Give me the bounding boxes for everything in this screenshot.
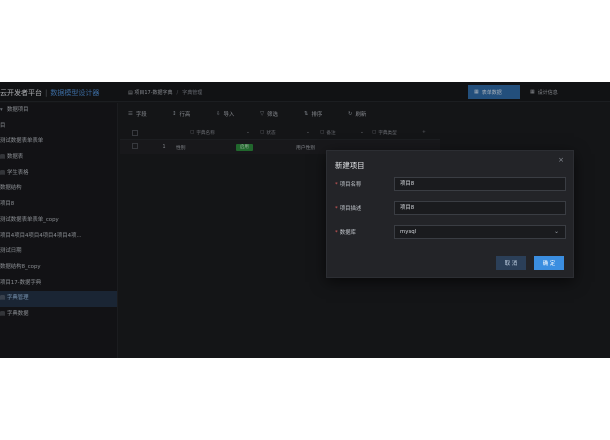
cancel-button[interactable]: 取 消 bbox=[496, 256, 526, 270]
dialog-title: 新建项目 bbox=[335, 161, 365, 170]
app-window: 云开发者平台 | 数据模型设计器 ▤ 项目17-数据字典 / 字典管理 ▦ 表单数据 ▦… bbox=[0, 82, 610, 358]
new-project-dialog: 新建项目 × * 项目名称 项目8 * 项目描述 项目8 * 数据库 mysql ⌄ … bbox=[326, 150, 574, 278]
field-label: 项目名称 bbox=[339, 182, 362, 188]
project-desc-label: * 项目描述 bbox=[335, 204, 361, 212]
field-label: 数据库 bbox=[339, 230, 356, 236]
project-name-row: * 项目名称 项目8 bbox=[335, 177, 567, 191]
project-desc-input[interactable]: 项目8 bbox=[394, 201, 566, 215]
required-mark: * bbox=[335, 230, 338, 236]
project-name-input[interactable]: 项目8 bbox=[394, 177, 566, 191]
confirm-button[interactable]: 确 定 bbox=[534, 256, 564, 270]
database-select[interactable]: mysql ⌄ bbox=[394, 225, 566, 239]
database-label: * 数据库 bbox=[335, 228, 356, 236]
required-mark: * bbox=[335, 206, 338, 212]
close-icon[interactable]: × bbox=[558, 156, 564, 164]
field-label: 项目描述 bbox=[339, 206, 362, 212]
project-name-label: * 项目名称 bbox=[335, 180, 361, 188]
chevron-down-icon: ⌄ bbox=[553, 228, 559, 235]
required-mark: * bbox=[335, 182, 338, 188]
database-row: * 数据库 mysql ⌄ bbox=[335, 225, 567, 239]
database-select-value: mysql bbox=[400, 229, 417, 235]
project-desc-row: * 项目描述 项目8 bbox=[335, 201, 567, 215]
